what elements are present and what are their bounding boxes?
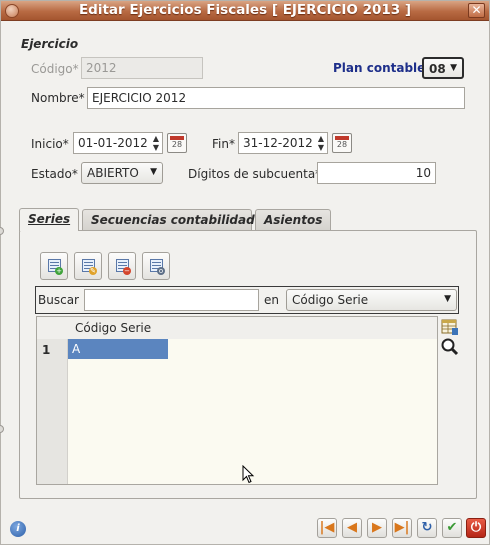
edit-record-button[interactable]: ✎	[74, 252, 102, 280]
delete-record-button[interactable]: −	[108, 252, 136, 280]
search-table-button[interactable]	[440, 337, 460, 357]
search-field-select[interactable]: Código Serie ▼	[286, 289, 457, 311]
section-title-ejercicio: Ejercicio	[21, 37, 79, 51]
minus-badge-icon: −	[123, 267, 131, 275]
search-input[interactable]	[84, 289, 259, 311]
fin-label: Fin*	[212, 137, 235, 151]
first-record-button[interactable]: |◀	[317, 518, 337, 538]
estado-value: ABIERTO	[87, 166, 139, 180]
search-bar: Buscar en Código Serie ▼	[35, 286, 459, 314]
buscar-label: Buscar	[38, 293, 79, 307]
chevron-down-icon: ▼	[150, 167, 157, 177]
estado-select[interactable]: ABIERTO ▼	[81, 162, 163, 184]
cancel-icon: ⏻	[470, 520, 482, 535]
series-table[interactable]: Código Serie 1 A	[36, 316, 438, 485]
pencil-badge-icon: ✎	[89, 267, 97, 275]
inicio-date-field[interactable]: 01-01-2012 ▲ ▼	[73, 132, 163, 154]
tab-series-label: Series	[28, 212, 71, 226]
inicio-date-value: 01-01-2012	[78, 136, 148, 150]
refresh-icon: ↻	[421, 520, 433, 535]
inicio-label: Inicio*	[31, 137, 69, 151]
last-icon: ▶|	[394, 520, 410, 535]
chevron-down-icon: ▼	[444, 294, 451, 304]
codigo-field: 2012	[81, 57, 203, 79]
codigo-label: Código*	[31, 62, 79, 76]
spin-arrows-icon[interactable]: ▲ ▼	[153, 134, 159, 152]
next-icon: ▶	[372, 520, 382, 535]
accept-button[interactable]: ✔	[442, 518, 462, 538]
row-number[interactable]: 1	[42, 343, 50, 357]
tab-secuencias-contabilidad[interactable]: Secuencias contabilidad	[82, 209, 255, 231]
row-header-column	[37, 339, 68, 484]
previous-record-button[interactable]: ◀	[342, 518, 362, 538]
magnifier-icon	[441, 338, 459, 356]
digitos-label: Dígitos de subcuenta*	[188, 167, 322, 181]
dialog-window: Editar Ejercicios Fiscales [ EJERCICIO 2…	[0, 0, 490, 545]
tab-series[interactable]: Series	[19, 208, 79, 231]
next-record-button[interactable]: ▶	[367, 518, 387, 538]
nombre-field[interactable]: EJERCICIO 2012	[87, 87, 465, 109]
mouse-cursor-icon	[242, 465, 255, 484]
digitos-field[interactable]: 10	[317, 162, 436, 184]
chevron-down-icon: ▼	[450, 63, 457, 73]
spin-arrows-icon[interactable]: ▲ ▼	[318, 134, 324, 152]
calendar-day-label: 28	[336, 140, 348, 149]
fin-date-field[interactable]: 31-12-2012 ▲ ▼	[238, 132, 328, 154]
first-icon: |◀	[319, 520, 335, 535]
new-record-button[interactable]: +	[40, 252, 68, 280]
fin-calendar-button[interactable]: 28	[332, 133, 352, 153]
search-field-value: Código Serie	[292, 293, 369, 307]
tab-asientos[interactable]: Asientos	[255, 209, 331, 231]
plan-contable-select[interactable]: 08 ▼	[422, 57, 464, 79]
plan-contable-label: Plan contable	[333, 61, 426, 75]
plan-contable-value: 08	[429, 62, 446, 76]
table-cell-codigo-serie[interactable]: A	[68, 339, 168, 359]
cancel-button[interactable]: ⏻	[466, 518, 486, 538]
last-record-button[interactable]: ▶|	[392, 518, 412, 538]
view-record-button[interactable]: o	[142, 252, 170, 280]
en-label: en	[264, 293, 279, 307]
title-bar: Editar Ejercicios Fiscales [ EJERCICIO 2…	[1, 1, 489, 21]
calendar-day-label: 28	[171, 140, 183, 149]
info-icon[interactable]: i	[10, 521, 26, 537]
accept-icon: ✔	[446, 520, 458, 535]
fin-date-value: 31-12-2012	[243, 136, 313, 150]
magnifier-badge-icon: o	[157, 267, 165, 275]
refresh-button[interactable]: ↻	[417, 518, 437, 538]
export-table-button[interactable]	[440, 317, 460, 337]
window-title: Editar Ejercicios Fiscales [ EJERCICIO 2…	[78, 2, 412, 18]
column-header-codigo-serie[interactable]: Código Serie	[75, 321, 151, 335]
plus-badge-icon: +	[55, 267, 63, 275]
inicio-calendar-button[interactable]: 28	[167, 133, 187, 153]
nombre-label: Nombre*	[31, 91, 85, 105]
table-export-icon	[441, 319, 458, 335]
table-header: Código Serie	[37, 317, 437, 339]
estado-label: Estado*	[31, 167, 78, 181]
window-close-button[interactable]: ✕	[468, 3, 485, 18]
previous-icon: ◀	[347, 520, 357, 535]
